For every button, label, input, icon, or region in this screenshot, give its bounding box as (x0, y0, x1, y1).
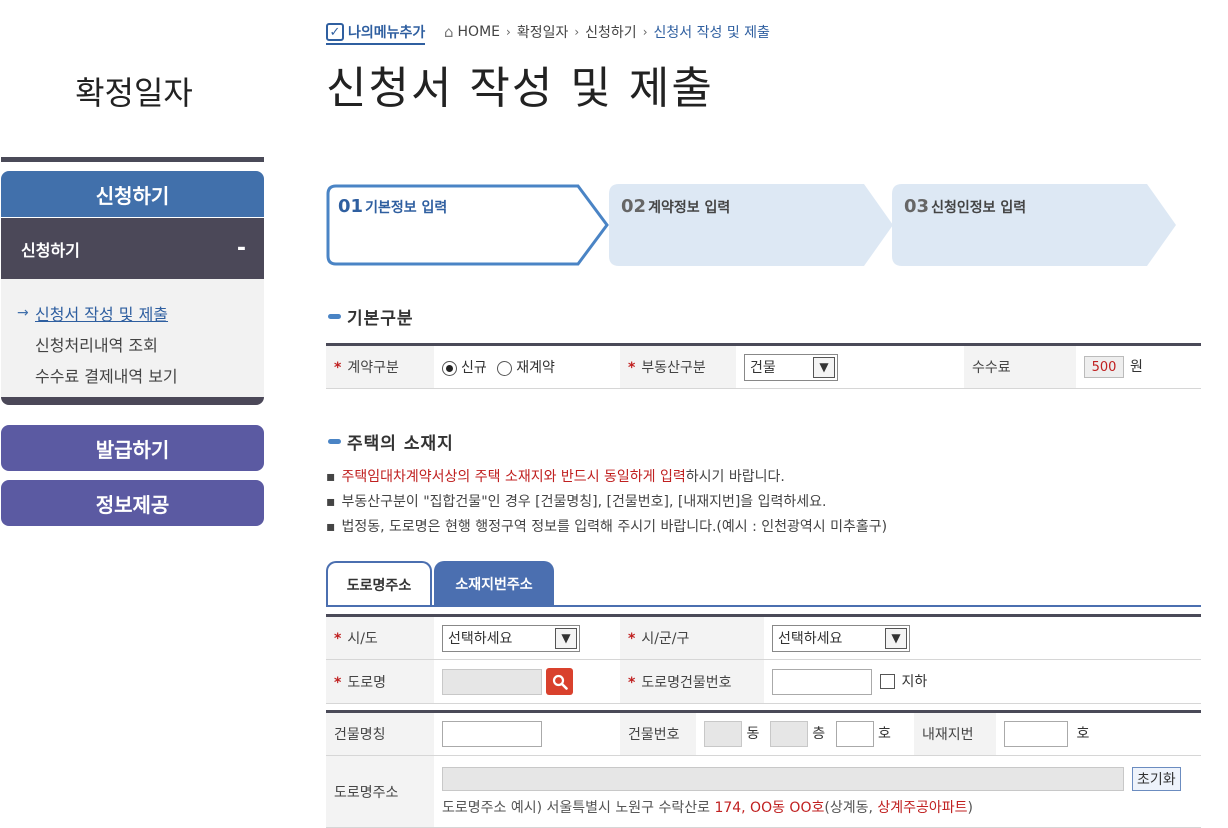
section-title-address: 주택의 소재지 (328, 429, 454, 454)
sidebar-item-process-history[interactable]: 신청처리내역 조회 (1, 328, 264, 359)
label-sigungu: * 시/군/구 (620, 615, 764, 660)
step-2-contract-info: 02 계약정보 입력 (609, 184, 893, 266)
label-property-type: * 부동산구분 (620, 344, 736, 389)
label-building-number: 건물번호 (620, 711, 696, 756)
collapse-icon[interactable]: - (237, 236, 246, 261)
chevron-down-icon: ▼ (885, 627, 907, 649)
breadcrumb-current: 신청서 작성 및 제출 (653, 25, 770, 41)
road-address-example: 도로명주소 예시) 서울특별시 노원구 수락산로 174, OO동 OO호(상계… (442, 799, 974, 816)
sidebar-item-fee-history[interactable]: 수수료 결제내역 보기 (1, 359, 264, 390)
label-road-address: 도로명주소 (326, 755, 434, 828)
label-fee: 수수료 (964, 344, 1076, 389)
road-address-table: * 시/도 선택하세요 ▼ * 시/군/구 선택하세요 ▼ * 도로명 * 도로명건물번호 … (326, 614, 1201, 704)
inner-lot-input[interactable] (1004, 721, 1068, 747)
label-road-building-number: * 도로명건물번호 (620, 659, 764, 704)
sidebar-menu-info[interactable]: 정보제공 (1, 480, 264, 526)
road-address-input[interactable] (442, 766, 1124, 791)
fee-unit: 원 (1130, 359, 1143, 375)
home-icon: ⌂ (444, 23, 454, 41)
tab-road-address[interactable]: 도로명주소 (326, 561, 432, 607)
sidebar-submenu-header[interactable]: 신청하기 - (1, 218, 264, 279)
arrow-right-icon: → (17, 304, 29, 321)
sidebar-submenu-title: 신청하기 (21, 240, 80, 260)
radio-renew[interactable] (497, 360, 513, 376)
breadcrumb-home[interactable]: HOME (458, 24, 500, 40)
breadcrumb-item[interactable]: 신청하기 (585, 22, 637, 42)
sidebar-item-write-application[interactable]: → 신청서 작성 및 제출 (1, 297, 264, 328)
label-sido: * 시/도 (326, 615, 434, 660)
radio-new[interactable] (442, 360, 457, 376)
check-icon: ✓ (326, 23, 344, 41)
step-label: 계약정보 입력 (648, 200, 731, 216)
section-title-basic: 기본구분 (328, 304, 414, 329)
sigungu-select[interactable]: 선택하세요 ▼ (772, 624, 910, 652)
step-1-basic-info: 01 기본정보 입력 (326, 184, 610, 266)
sidebar-title: 확정일자 (75, 74, 193, 112)
notice-item: ▪ 부동산구분이 "집합건물"인 경우 [건물명칭], [건물번호], [내재지번… (326, 494, 827, 510)
building-floor-input[interactable] (769, 721, 808, 747)
chevron-right-icon: › (574, 25, 580, 39)
label-inner-lot: 내재지번 (914, 711, 996, 756)
road-name-input[interactable] (442, 668, 542, 695)
sidebar-divider (1, 157, 264, 162)
chevron-right-icon: › (506, 25, 511, 39)
building-name-input[interactable] (442, 721, 542, 747)
label-road-name: * 도로명 (326, 659, 434, 704)
label-contract-type: * 계약구분 (326, 344, 434, 389)
chevron-right-icon: › (642, 25, 648, 39)
sido-select[interactable]: 선택하세요 ▼ (442, 624, 580, 652)
label-building-name: 건물명칭 (326, 711, 434, 756)
road-building-number-input[interactable] (772, 668, 872, 695)
tab-underline (326, 605, 1201, 607)
step-number: 01 (338, 196, 364, 217)
bullet-bar-icon (328, 314, 341, 319)
sidebar-menu-apply[interactable]: 신청하기 (1, 171, 264, 217)
step-3-applicant-info: 03 신청인정보 입력 (892, 184, 1176, 266)
add-my-menu-button[interactable]: ✓ 나의메뉴추가 (326, 22, 426, 45)
tab-lot-address[interactable]: 소재지번주소 (434, 561, 554, 606)
building-ho-input[interactable] (835, 721, 874, 747)
building-dong-input[interactable] (704, 721, 742, 747)
building-detail-table: 건물명칭 건물번호 동 층 호 내재지번 호 도로명주소 초기화 도로명주소 예… (326, 710, 1201, 828)
chevron-down-icon: ▼ (555, 627, 577, 649)
step-number: 03 (904, 196, 930, 217)
breadcrumb-item[interactable]: 확정일자 (517, 22, 569, 42)
notice-item: ▪ 법정동, 도로명은 현행 행정구역 정보를 입력해 주시기 바랍니다.(예시 … (326, 519, 888, 535)
step-number: 02 (621, 196, 647, 217)
search-icon[interactable] (546, 668, 573, 695)
sidebar-menu-issue[interactable]: 발급하기 (1, 425, 264, 471)
step-label: 기본정보 입력 (365, 200, 448, 216)
sidebar-submenu-list: → 신청서 작성 및 제출 신청처리내역 조회 수수료 결제내역 보기 (1, 279, 264, 405)
step-label: 신청인정보 입력 (931, 200, 1027, 216)
breadcrumb: ⌂ HOME › 확정일자 › 신청하기 › 신청서 작성 및 제출 (444, 22, 770, 42)
notice-item: ▪ 주택임대차계약서상의 주택 소재지와 반드시 동일하게 입력하시기 바랍니다. (326, 469, 785, 485)
bullet-bar-icon (328, 439, 341, 444)
page-title: 신청서 작성 및 제출 (326, 63, 714, 114)
basic-info-table: * 계약구분 신규 재계약 * 부동산구분 건물 ▼ 수수료 500 원 (326, 343, 1201, 389)
reset-button[interactable]: 초기화 (1132, 766, 1181, 791)
property-type-select[interactable]: 건물 ▼ (744, 353, 838, 381)
basement-checkbox[interactable] (880, 674, 896, 689)
chevron-down-icon: ▼ (813, 356, 835, 378)
fee-value: 500 (1084, 356, 1124, 378)
